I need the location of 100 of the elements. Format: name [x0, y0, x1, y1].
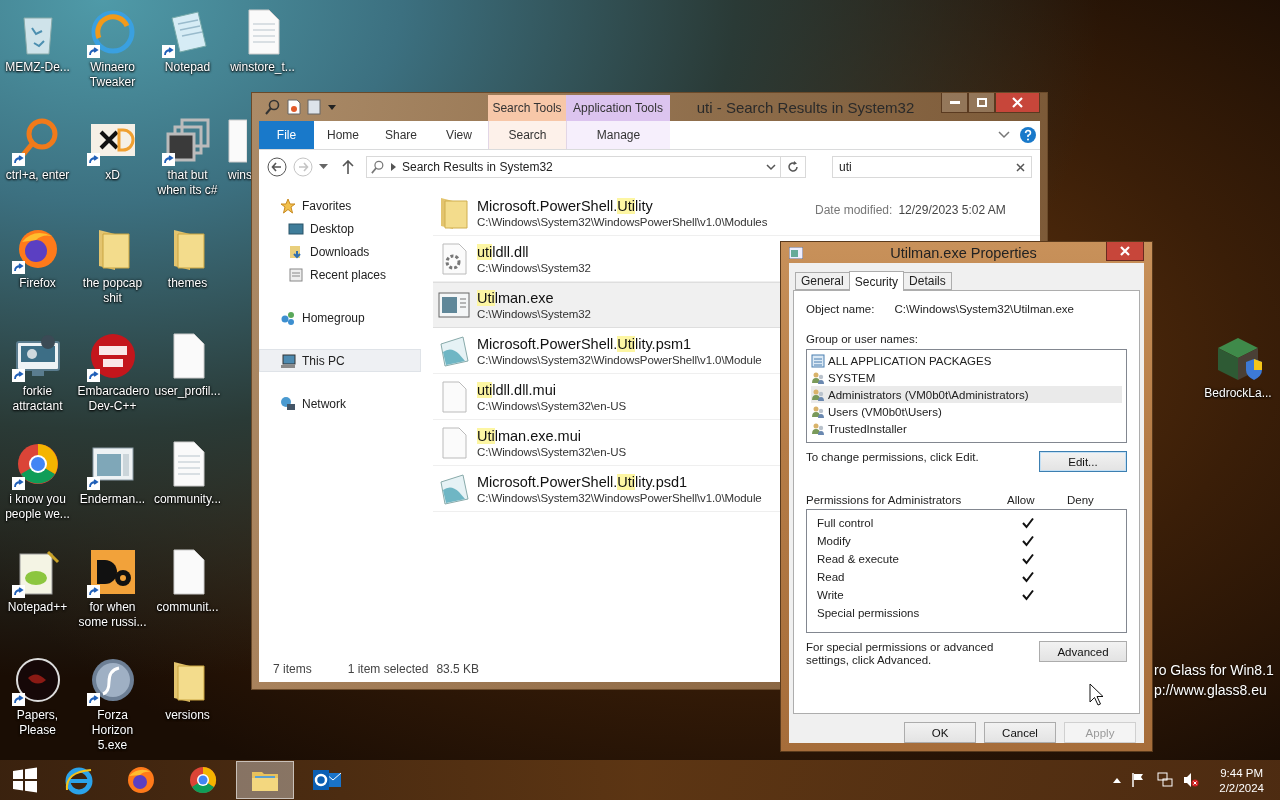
maximize-button[interactable] [968, 93, 995, 113]
users-icon [811, 387, 825, 402]
desktop-icon-label: winstore_t... [229, 60, 296, 75]
network-icon [280, 395, 296, 412]
desktop-icon-label: user_profil... [153, 384, 222, 399]
mouse-pointer-icon [1089, 683, 1105, 707]
nav-item[interactable]: Network [259, 392, 421, 415]
firefox-icon [125, 764, 157, 796]
refresh-button[interactable] [780, 156, 806, 178]
chevron-down-icon [998, 131, 1010, 139]
search-icon [371, 160, 385, 174]
desktop-icon-label: Papers, Please [15, 708, 60, 738]
maximize-icon [976, 98, 987, 107]
clock[interactable]: 9:44 PM 2/2/2024 [1219, 766, 1264, 794]
desktop-icon-label: community... [152, 492, 223, 507]
minimize-button[interactable] [941, 93, 968, 113]
shortcut-arrow-icon [86, 153, 100, 166]
ribbon-tab[interactable]: Search [488, 121, 566, 149]
recent-places-icon [288, 266, 304, 283]
ribbon-tab[interactable]: File [259, 121, 314, 149]
nav-item[interactable]: Desktop [259, 217, 421, 240]
desktop-icon-label: communit... [155, 600, 220, 615]
users-icon [811, 370, 825, 385]
nav-item[interactable]: This PC [259, 349, 421, 372]
file-name: Utilman.exe [477, 290, 555, 306]
dialog-title: Utilman.exe Properties [889, 244, 1038, 261]
search-icon[interactable] [265, 99, 281, 115]
permission-name: Full control [817, 517, 875, 529]
dropdown-arrow-icon[interactable] [327, 102, 337, 112]
file-row[interactable]: Microsoft.PowerShell.Utility C:\Windows\System32\WindowsPowerShell\v1.0\Modules Date modified: 12/29/2023 5:02 AM [433, 190, 1040, 236]
minimize-icon [949, 101, 960, 104]
back-button[interactable] [267, 157, 287, 177]
permission-name: Read & execute [817, 553, 900, 565]
shortcut-arrow-icon [11, 369, 25, 382]
file-name: Microsoft.PowerShell.Utility [477, 198, 654, 214]
file-icon[interactable] [225, 116, 247, 164]
shortcut-arrow-icon [86, 45, 100, 58]
address-bar[interactable]: Search Results in System32 [366, 156, 781, 178]
dark-disc-icon[interactable] [13, 656, 62, 704]
search-field[interactable]: uti [832, 156, 1032, 178]
network-icon[interactable] [1157, 772, 1174, 788]
file-path: C:\Windows\System32\en-US [477, 446, 626, 458]
dialog-tab[interactable]: Details [903, 272, 952, 290]
dialog-tab[interactable]: General [795, 272, 850, 290]
nav-item[interactable]: Downloads [259, 240, 421, 263]
nav-item[interactable]: Homegroup [259, 306, 421, 329]
computer-icon [280, 352, 296, 369]
file-name: utildll.dll [477, 244, 530, 260]
close-button[interactable] [1106, 242, 1144, 261]
recent-locations-button[interactable] [319, 164, 328, 170]
dialog-button[interactable]: OK [904, 722, 976, 743]
desktop-icon-label: versions [164, 708, 211, 723]
shortcut-arrow-icon [11, 585, 25, 598]
shortcut-arrow-icon [86, 693, 100, 706]
ribbon-tab[interactable]: Manage [566, 121, 670, 149]
desktop-icon-label: for when some russi... [77, 600, 148, 630]
overlay-text: p://www.glass8.eu [1154, 682, 1268, 698]
windows-logo-icon [12, 767, 38, 793]
permission-name: Read [817, 571, 846, 583]
dialog-tab[interactable]: Security [848, 271, 905, 291]
app-logo-icon[interactable] [88, 332, 137, 380]
speaker-muted-icon[interactable] [1183, 772, 1200, 788]
close-icon [1012, 97, 1023, 108]
new-folder-icon[interactable] [307, 99, 321, 115]
users-icon [811, 421, 825, 436]
letters-logo-icon[interactable] [88, 548, 137, 596]
up-button[interactable] [342, 160, 354, 174]
desktop-icon-label: that but when its c# [156, 168, 219, 198]
clear-icon[interactable] [1016, 163, 1025, 172]
edit-button[interactable]: Edit... [1039, 451, 1127, 472]
shortcut-arrow-icon [11, 153, 25, 166]
nav-item[interactable]: Recent places [259, 263, 421, 286]
star-icon [280, 197, 296, 214]
desktop-icon [288, 220, 304, 237]
shortcut-arrow-icon [161, 153, 175, 166]
desktop-icon-label: Notepad [163, 60, 212, 75]
caret-up-icon[interactable] [1113, 777, 1122, 783]
homegroup-icon [280, 309, 296, 326]
column-header: Deny [1067, 494, 1095, 506]
close-button[interactable] [995, 93, 1040, 113]
file-path: C:\Windows\System32\WindowsPowerShell\v1.0\Modules [477, 216, 768, 228]
advanced-button[interactable]: Advanced [1039, 641, 1127, 662]
file-name: utildll.dll.mui [477, 382, 557, 398]
user-list-item[interactable]: Administrators (VM0b0t\Administrators) [811, 386, 1122, 403]
context-tab-header: Search Tools [488, 95, 566, 121]
file-path: C:\Windows\System32 [477, 308, 591, 320]
dialog-button[interactable]: Cancel [984, 722, 1056, 743]
file-path: C:\Windows\System32\WindowsPowerShell\v1.0\Module [477, 492, 762, 504]
properties-icon[interactable] [287, 99, 301, 115]
breadcrumb-arrow-icon [391, 163, 396, 171]
permission-name: Special permissions [817, 607, 921, 619]
chrome-icon [187, 764, 219, 796]
download-folder-icon [288, 243, 304, 260]
selection-size: 83.5 KB [436, 662, 480, 676]
change-permissions-hint: To change permissions, click Edit. [806, 451, 979, 463]
script-file-icon [437, 334, 471, 368]
desktop-icon-label: Firefox [18, 276, 57, 291]
nav-item[interactable]: Favorites [259, 194, 421, 217]
desktop-icon-label: wins [227, 168, 252, 183]
date-modified: 12/29/2023 5:02 AM [898, 203, 1006, 217]
